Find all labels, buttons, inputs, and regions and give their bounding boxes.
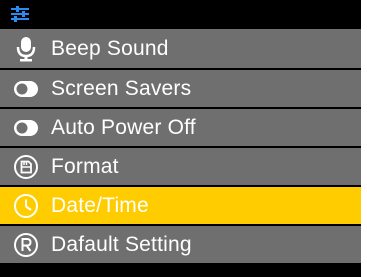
menu-item-screen-savers[interactable]: Screen Savers xyxy=(0,68,361,107)
header-bar xyxy=(0,0,361,29)
microphone-icon xyxy=(16,36,36,61)
toggle-icon xyxy=(14,119,38,136)
menu-item-beep-sound[interactable]: Beep Sound xyxy=(0,29,361,68)
device-screen: Beep Sound Screen Savers Auto Power Off xyxy=(0,0,361,277)
toggle-icon xyxy=(14,80,38,97)
menu-item-label: Date/Time xyxy=(51,193,149,217)
menu-item-auto-power-off[interactable]: Auto Power Off xyxy=(0,107,361,146)
menu-item-label: Format xyxy=(51,154,119,178)
reset-icon xyxy=(14,232,38,257)
sd-card-icon xyxy=(14,154,38,179)
menu-item-label: Screen Savers xyxy=(51,76,192,100)
menu-item-date-time[interactable]: Date/Time xyxy=(0,185,361,224)
menu-item-label: Auto Power Off xyxy=(51,115,196,139)
menu-item-label: Beep Sound xyxy=(51,36,169,60)
menu-item-default-setting[interactable]: Dafault Setting xyxy=(0,224,361,263)
menu-item-label: Dafault Setting xyxy=(51,232,192,256)
clock-icon xyxy=(14,193,38,218)
settings-menu: Beep Sound Screen Savers Auto Power Off xyxy=(0,29,361,263)
settings-sliders-icon[interactable] xyxy=(11,6,29,22)
menu-item-format[interactable]: Format xyxy=(0,146,361,185)
